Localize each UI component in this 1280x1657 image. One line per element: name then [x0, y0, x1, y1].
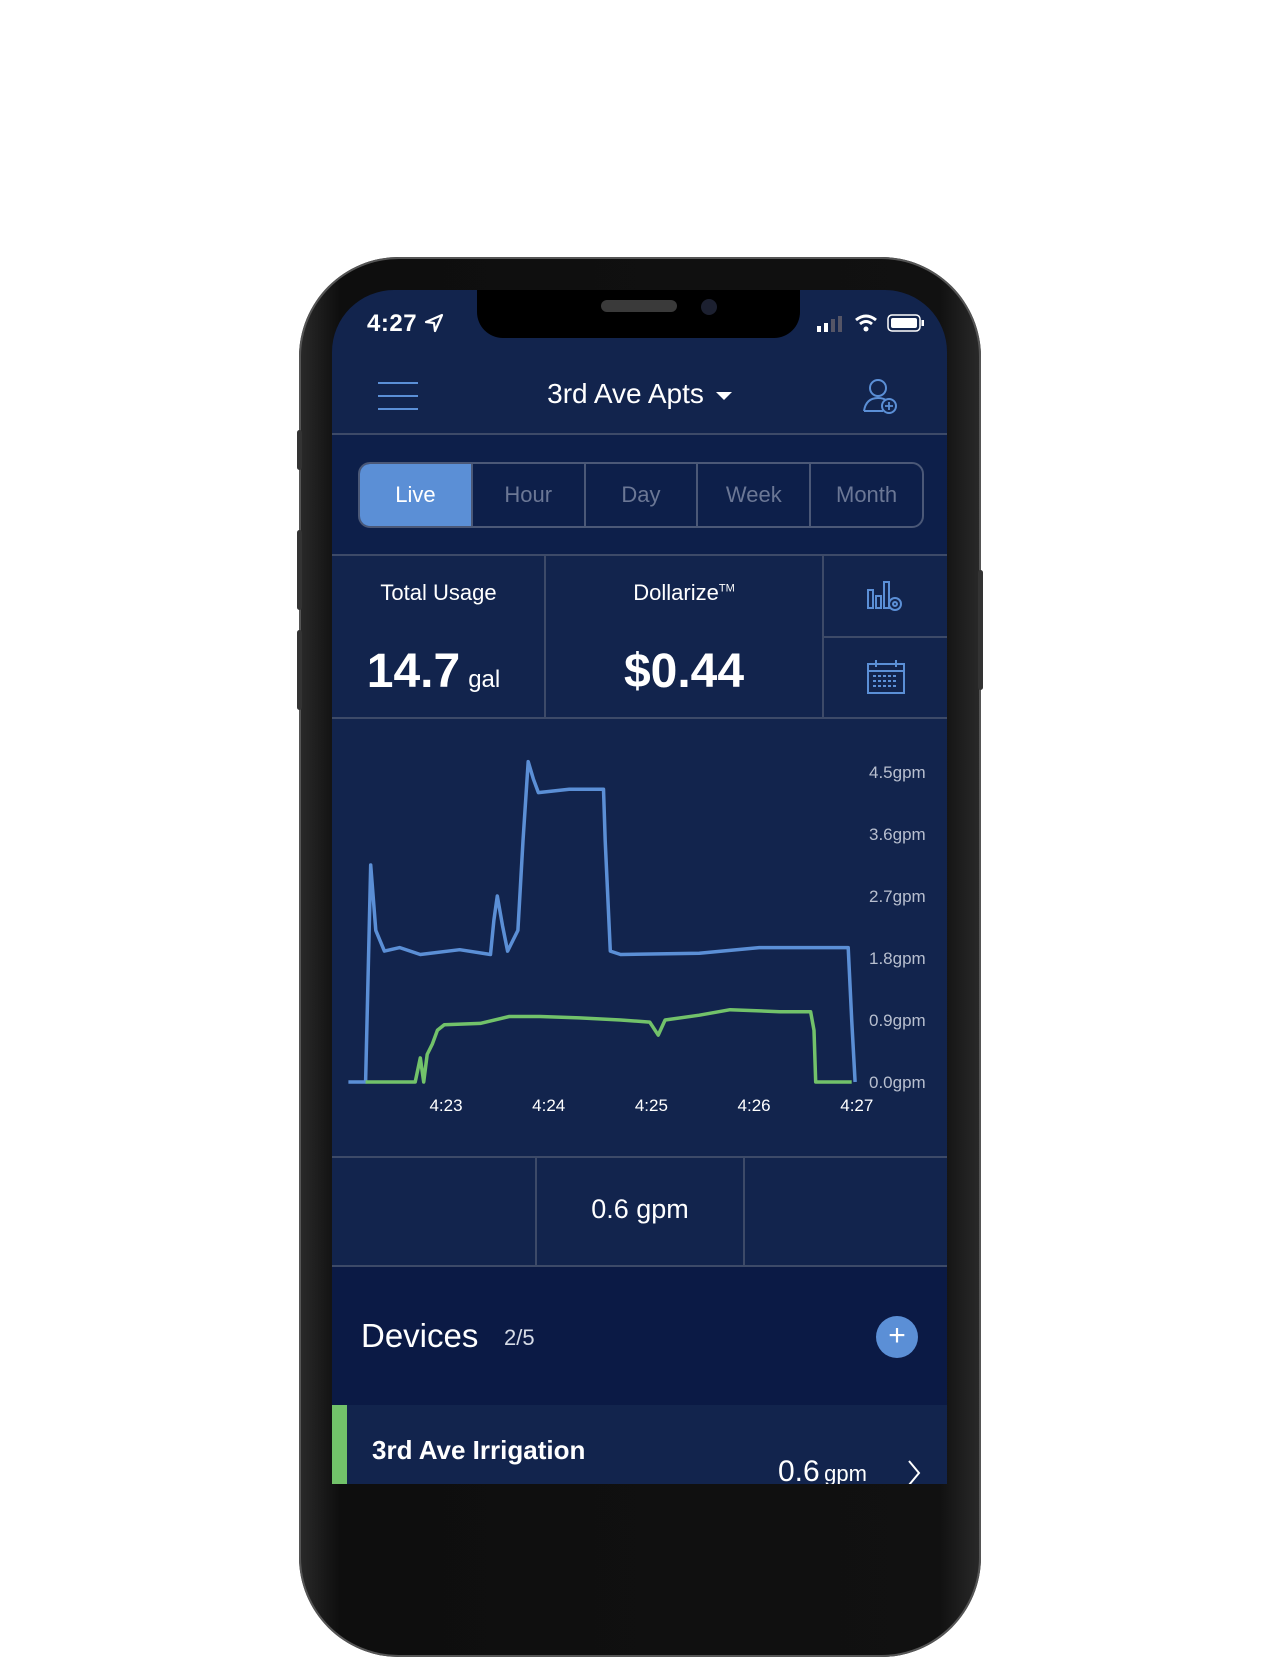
series-line-0 [348, 759, 857, 1084]
y-tick-label: 3.6gpm [869, 825, 926, 844]
power-button [978, 570, 983, 690]
add-user-icon[interactable] [862, 378, 898, 414]
cellular-signal-icon [817, 316, 842, 332]
status-icons [817, 314, 925, 332]
device-list-item[interactable]: 3rd Ave Irrigation 0.6 gpm [332, 1405, 947, 1484]
tab-month[interactable]: Month [809, 464, 922, 526]
calendar-icon[interactable] [867, 660, 905, 694]
usage-unit: gal [468, 666, 501, 693]
y-tick-label: 4.5gpm [869, 763, 926, 782]
trademark: TM [718, 582, 735, 595]
location-title: 3rd Ave Apts [547, 378, 704, 409]
dollarize-text: Dollarize [633, 580, 719, 605]
dollarize-card: DollarizeTM $0.44 [546, 556, 822, 717]
devices-header: Devices 2/5 + [332, 1267, 947, 1405]
tab-week[interactable]: Week [696, 464, 809, 526]
device-flow-value: 0.6 [778, 1455, 820, 1484]
plus-icon: + [888, 1319, 906, 1352]
y-tick-label: 0.0gpm [869, 1073, 926, 1092]
x-tick-label: 4:25 [635, 1096, 668, 1115]
app-header: 3rd Ave Apts [332, 340, 947, 435]
flow-chart-svg: 0.0gpm 0.9gpm 1.8gpm 2.7gpm 3.6gpm 4.5gpm 4:23… [348, 759, 926, 1115]
notch [477, 290, 800, 338]
chevron-right-icon[interactable] [906, 1459, 922, 1484]
device-flow-unit: gpm [824, 1461, 867, 1484]
flow-chart: 0.0gpm 0.9gpm 1.8gpm 2.7gpm 3.6gpm 4.5gpm 4:23… [332, 719, 947, 1158]
divider [824, 636, 947, 638]
tab-day[interactable]: Day [583, 464, 697, 526]
total-usage-card: Total Usage 14.7 gal [332, 556, 545, 717]
current-flow-value: 0.6 gpm [591, 1194, 689, 1224]
clock: 4:27 [367, 310, 418, 337]
devices-count: 2/5 [504, 1325, 535, 1350]
y-tick-label: 1.8gpm [869, 949, 926, 968]
status-time: 4:27 [367, 310, 444, 338]
total-usage-label: Total Usage [380, 580, 497, 605]
divider [743, 1158, 745, 1265]
tab-live[interactable]: Live [360, 464, 471, 526]
dollarize-label: DollarizeTM [546, 580, 822, 606]
x-tick-label: 4:24 [532, 1096, 565, 1115]
x-tick-label: 4:23 [429, 1096, 462, 1115]
volume-up-button [297, 530, 302, 610]
speaker [601, 300, 677, 312]
device-name: 3rd Ave Irrigation [372, 1435, 586, 1465]
battery-icon [887, 314, 924, 332]
caret-down-icon [715, 391, 732, 400]
x-tick-label: 4:26 [738, 1096, 771, 1115]
x-tick-label: 4:27 [840, 1096, 873, 1115]
devices-title: Devices [361, 1317, 479, 1354]
device-status-bar [332, 1405, 347, 1484]
flow-readout-panel: 0.6 gpm [332, 1158, 947, 1267]
wifi-icon [855, 314, 877, 332]
series-line-1 [365, 1007, 852, 1084]
dollarize-value: $0.44 [623, 645, 745, 698]
volume-down-button [297, 630, 302, 710]
y-tick-label: 0.9gpm [869, 1011, 926, 1030]
total-usage-value: 14.7 gal [332, 644, 545, 699]
camera [701, 299, 717, 315]
mute-switch [297, 430, 302, 470]
app-screen: 4:27 3rd Ave Apts Live Hour Day Week Mon… [332, 290, 947, 1484]
time-range-tabs: Live Hour Day Week Month [358, 462, 924, 528]
device-flow: 0.6 gpm [778, 1455, 867, 1484]
location-selector[interactable]: 3rd Ave Apts [332, 378, 947, 410]
location-arrow-icon [425, 313, 444, 333]
y-tick-label: 2.7gpm [869, 887, 926, 906]
usage-number: 14.7 [366, 645, 461, 698]
chart-settings-icon[interactable] [866, 578, 906, 614]
time-range-section: Live Hour Day Week Month [332, 435, 947, 556]
add-device-button[interactable]: + [876, 1316, 918, 1358]
stats-panel: Total Usage 14.7 gal DollarizeTM $0.44 [332, 556, 947, 719]
tab-hour[interactable]: Hour [470, 464, 584, 526]
